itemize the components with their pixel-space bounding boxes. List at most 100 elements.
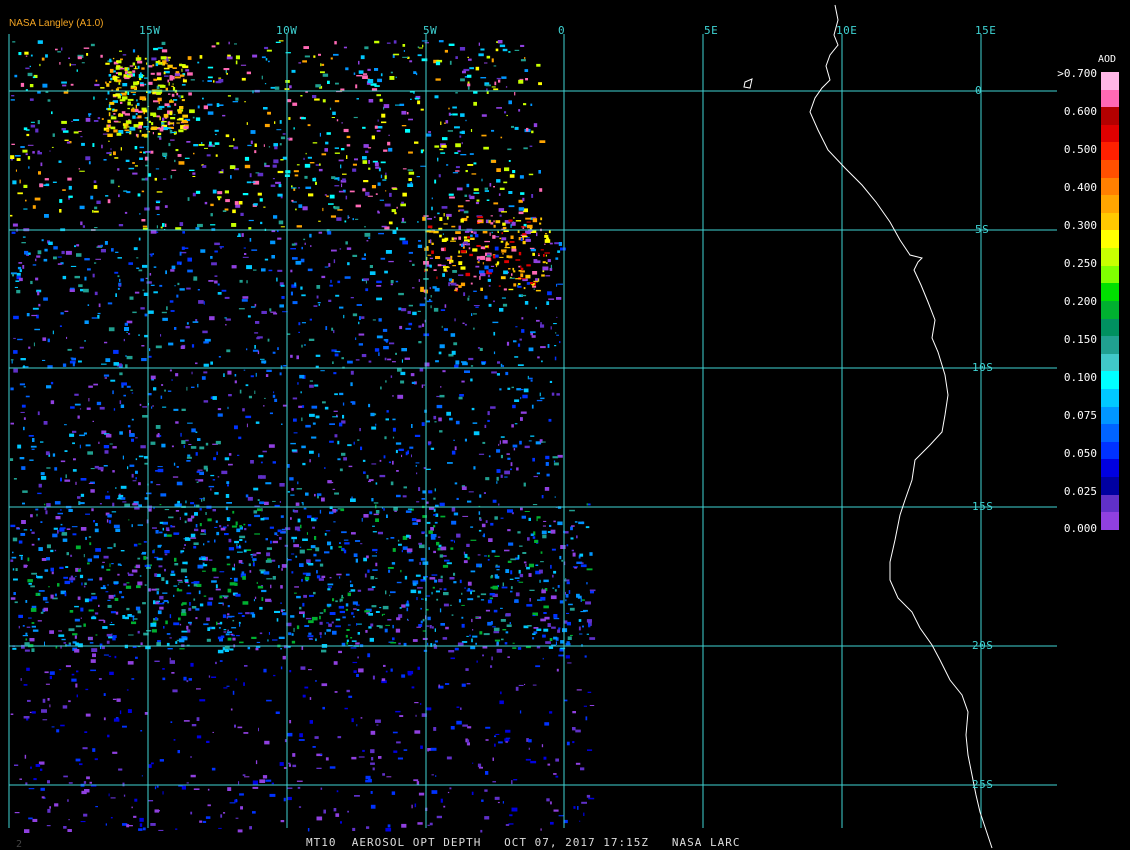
aod-pixel — [153, 291, 158, 294]
aod-pixel — [264, 123, 270, 128]
aod-pixel — [89, 642, 94, 644]
aod-pixel — [288, 632, 292, 636]
aod-pixel — [136, 117, 140, 119]
aod-pixel — [47, 99, 51, 102]
aod-pixel — [378, 756, 382, 759]
aod-pixel — [54, 467, 58, 471]
aod-pixel — [97, 312, 101, 315]
aod-pixel — [467, 297, 470, 301]
aod-pixel — [270, 240, 276, 245]
aod-pixel — [181, 440, 186, 444]
aod-pixel — [418, 487, 421, 491]
aod-pixel — [142, 109, 148, 113]
aod-pixel — [531, 130, 534, 134]
aod-pixel — [502, 365, 504, 368]
aod-pixel — [191, 371, 193, 375]
aod-pixel — [240, 64, 247, 66]
aod-pixel — [390, 283, 393, 286]
aod-pixel — [12, 180, 17, 185]
aod-pixel — [406, 607, 409, 612]
aod-pixel — [197, 223, 203, 228]
aod-pixel — [352, 163, 357, 166]
aod-pixel — [481, 134, 487, 137]
aod-pixel — [219, 621, 223, 625]
aod-pixel — [311, 436, 317, 439]
aod-pixel — [303, 594, 307, 598]
aod-pixel — [426, 246, 429, 249]
aod-pixel — [198, 144, 205, 146]
aod-pixel — [112, 502, 115, 507]
aod-pixel — [78, 360, 82, 363]
aod-pixel — [433, 644, 438, 649]
aod-pixel — [257, 350, 260, 355]
aod-pixel — [363, 73, 368, 75]
aod-pixel — [444, 49, 448, 53]
aod-pixel — [475, 265, 480, 268]
aod-pixel — [532, 637, 535, 640]
aod-pixel — [503, 270, 508, 275]
aod-pixel — [350, 584, 354, 587]
aod-pixel — [479, 494, 482, 498]
aod-pixel — [513, 217, 515, 219]
aod-pixel — [414, 141, 419, 144]
aod-pixel — [295, 260, 302, 265]
aod-pixel — [549, 524, 552, 527]
aod-pixel — [251, 181, 256, 183]
aod-pixel — [298, 806, 302, 808]
aod-pixel — [416, 626, 421, 628]
aod-pixel — [176, 261, 182, 265]
aod-pixel — [519, 710, 522, 714]
aod-pixel — [586, 582, 588, 585]
aod-pixel — [139, 130, 142, 133]
aod-pixel — [157, 77, 162, 81]
aod-pixel — [437, 157, 439, 161]
aod-pixel — [460, 154, 467, 156]
aod-pixel — [337, 177, 340, 181]
aod-pixel — [225, 318, 231, 321]
aod-pixel — [197, 61, 200, 64]
aod-pixel — [398, 642, 401, 645]
aod-pixel — [346, 689, 350, 693]
legend-label: 0.600 — [1063, 105, 1097, 118]
aod-pixel — [129, 433, 135, 437]
aod-pixel — [331, 621, 334, 624]
aod-pixel — [512, 647, 517, 649]
aod-pixel — [507, 509, 513, 513]
aod-pixel — [438, 684, 440, 688]
aod-pixel — [161, 577, 165, 581]
aod-pixel — [156, 557, 163, 561]
aod-pixel — [451, 350, 456, 355]
aod-pixel — [270, 86, 276, 89]
aod-pixel — [525, 646, 531, 649]
aod-pixel — [475, 306, 479, 308]
aod-pixel — [401, 550, 403, 553]
aod-pixel — [279, 501, 281, 503]
aod-pixel — [324, 533, 327, 536]
aod-pixel — [119, 400, 122, 404]
aod-pixel — [387, 567, 394, 569]
aod-pixel — [59, 199, 63, 203]
aod-pixel — [438, 174, 441, 178]
aod-pixel — [454, 482, 458, 485]
aod-pixel — [228, 538, 232, 543]
aod-pixel — [108, 520, 112, 524]
aod-pixel — [259, 632, 263, 635]
aod-pixel — [33, 342, 35, 347]
aod-pixel — [46, 544, 51, 549]
aod-pixel — [227, 524, 229, 527]
aod-pixel — [52, 453, 56, 457]
aod-pixel — [434, 580, 438, 582]
aod-pixel — [13, 368, 18, 373]
aod-pixel — [103, 159, 107, 161]
aod-pixel — [10, 458, 14, 461]
aod-pixel — [550, 529, 556, 534]
aod-pixel — [355, 204, 361, 208]
aod-pixel — [124, 211, 128, 214]
aod-pixel — [569, 509, 575, 512]
aod-pixel — [397, 757, 403, 760]
aod-pixel — [380, 386, 382, 390]
aod-pixel — [103, 693, 106, 696]
aod-pixel — [241, 233, 244, 237]
aod-pixel — [508, 219, 513, 222]
aerosol-retrievals — [10, 40, 596, 833]
